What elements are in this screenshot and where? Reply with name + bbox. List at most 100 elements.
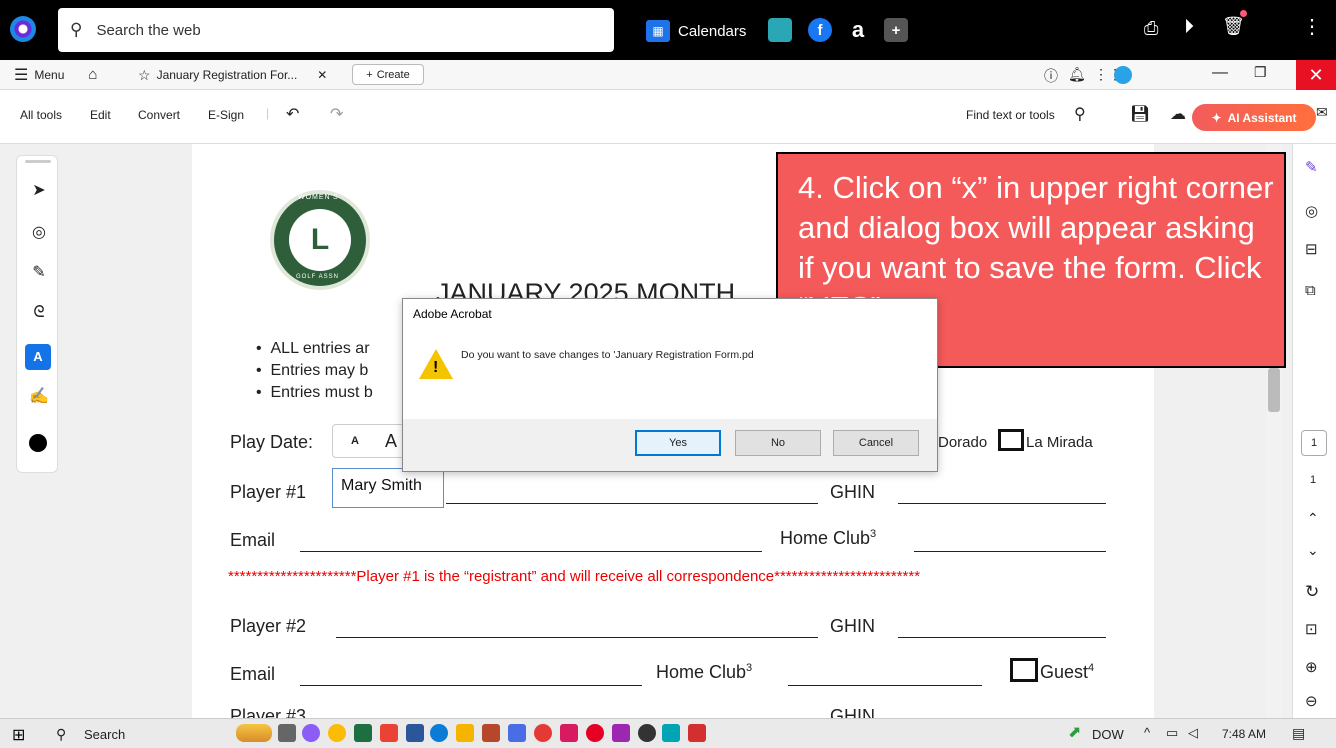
esign-button[interactable]: E-Sign	[208, 108, 244, 122]
more-menu-icon[interactable]: ⋮	[1302, 14, 1322, 39]
browser-logo-icon[interactable]	[10, 16, 36, 42]
email-field-1[interactable]	[300, 532, 762, 552]
text-field-tool-icon[interactable]: A	[25, 344, 51, 370]
task-view-icon[interactable]	[278, 724, 296, 742]
font-small-button[interactable]: A	[351, 435, 359, 447]
app-red-icon[interactable]	[534, 724, 552, 742]
tab-close-icon[interactable]: ✕	[317, 68, 327, 82]
edge-icon[interactable]	[430, 724, 448, 742]
ticker-label[interactable]: DOW	[1092, 727, 1124, 742]
tab-january-registration[interactable]: ☆ January Registration For... ✕	[138, 62, 348, 88]
calendars-shortcut[interactable]: ▦ Calendars	[646, 18, 746, 44]
ai-assistant-button[interactable]: ✦ AI Assistant	[1192, 104, 1316, 131]
ghin-field-1[interactable]	[898, 484, 1106, 504]
edit-button[interactable]: Edit	[90, 108, 111, 122]
teams-icon[interactable]	[508, 724, 526, 742]
excel-icon[interactable]	[354, 724, 372, 742]
volume-icon[interactable]: ◁	[1188, 725, 1198, 741]
home-club-field-1[interactable]	[914, 532, 1106, 552]
taskbar-search-icon[interactable]: ⚲	[56, 726, 66, 743]
bookmark-icon[interactable]: ⊟	[1305, 240, 1318, 258]
stock-chart-icon[interactable]: ⬈	[1068, 722, 1081, 742]
outlook-icon[interactable]	[482, 724, 500, 742]
hamburger-menu-icon[interactable]: ☰	[14, 65, 28, 85]
signature-icon[interactable]: ✍	[29, 386, 49, 406]
email-field-2[interactable]	[300, 666, 642, 686]
minimize-icon[interactable]: —	[1212, 64, 1228, 82]
convert-button[interactable]: Convert	[138, 108, 180, 122]
rail-grip[interactable]	[25, 160, 51, 163]
la-mirada-checkbox[interactable]	[998, 429, 1024, 451]
word-icon[interactable]	[406, 724, 424, 742]
highlight-pen-icon[interactable]: ✎	[29, 262, 49, 282]
pages-icon[interactable]: ⧉	[1305, 282, 1316, 299]
tray-chevron-icon[interactable]: ^	[1144, 725, 1150, 740]
page-up-icon[interactable]: ⌃	[1307, 510, 1319, 527]
yes-button[interactable]: Yes	[635, 430, 721, 456]
home-icon[interactable]: ⌂	[88, 66, 97, 83]
cancel-button[interactable]: Cancel	[833, 430, 919, 456]
email-icon[interactable]: ✉	[1316, 104, 1328, 121]
upload-cloud-icon[interactable]: ☁	[1170, 104, 1186, 124]
web-search-box[interactable]: ⚲ Search the web	[58, 8, 614, 52]
copilot-icon[interactable]	[302, 724, 320, 742]
bell-icon[interactable]: 🔔︎	[1068, 66, 1086, 83]
page-number-field[interactable]: 1	[1301, 430, 1327, 456]
comments-icon[interactable]: ◎	[1305, 202, 1318, 220]
find-text-button[interactable]: Find text or tools	[966, 108, 1055, 122]
home-club-field-2[interactable]	[788, 666, 982, 686]
scrollbar-thumb[interactable]	[1268, 368, 1280, 412]
color-swatch-icon[interactable]	[29, 434, 47, 452]
zoom-in-icon[interactable]: ⊕	[1305, 658, 1318, 676]
print-icon[interactable]: ⎙	[1144, 18, 1158, 39]
clock[interactable]: 7:48 AM	[1222, 727, 1266, 741]
find-search-icon[interactable]: ⚲	[1074, 104, 1086, 124]
window-close-button[interactable]: ✕	[1296, 60, 1336, 90]
star-icon[interactable]: ☆	[138, 67, 151, 84]
no-button[interactable]: No	[735, 430, 821, 456]
player1-name-field[interactable]: Mary Smith	[332, 468, 444, 508]
help-icon[interactable]: ⓘ	[1044, 66, 1058, 86]
page-down-icon[interactable]: ⌄	[1307, 542, 1319, 559]
redo-icon[interactable]: ↷	[330, 104, 343, 124]
trash-icon[interactable]: 🗑	[1222, 16, 1245, 37]
avatar[interactable]	[1114, 66, 1132, 84]
app-teal-icon[interactable]	[662, 724, 680, 742]
player2-field[interactable]	[336, 618, 818, 638]
notification-center-icon[interactable]: ▤	[1292, 725, 1305, 742]
amazon-icon[interactable]: a	[846, 17, 870, 42]
font-size-control[interactable]: A A	[332, 424, 412, 458]
all-tools-button[interactable]: All tools	[20, 108, 62, 122]
app-bookmark-icon[interactable]	[560, 724, 578, 742]
gmail-icon[interactable]	[380, 724, 398, 742]
taskbar-search-label[interactable]: Search	[84, 727, 125, 742]
app-shortcut-icon[interactable]	[768, 18, 792, 42]
zoom-out-icon[interactable]: ⊖	[1305, 692, 1318, 710]
select-cursor-icon[interactable]: ➤	[29, 180, 49, 200]
edit-pdf-icon[interactable]: ✎	[1305, 158, 1318, 176]
chrome-icon[interactable]	[328, 724, 346, 742]
network-icon[interactable]: ▭	[1166, 725, 1178, 741]
fit-page-icon[interactable]: ⊡	[1305, 620, 1318, 638]
acrobat-icon[interactable]	[688, 724, 706, 742]
undo-icon[interactable]: ↶	[286, 104, 299, 124]
facebook-icon[interactable]: f	[808, 18, 832, 42]
menu-label[interactable]: Menu	[34, 68, 64, 82]
pinterest-icon[interactable]	[586, 724, 604, 742]
create-button[interactable]: + Create	[352, 64, 424, 85]
play-icon[interactable]: ⏵	[1184, 16, 1194, 39]
lasso-icon[interactable]: ᘓ	[29, 304, 49, 324]
font-large-button[interactable]: A	[385, 431, 397, 452]
windows-start-icon[interactable]: ⊞	[12, 725, 25, 745]
restore-icon[interactable]: ❐	[1254, 64, 1267, 81]
taskbar-weather-icon[interactable]	[236, 724, 272, 742]
save-icon[interactable]: 💾︎	[1130, 104, 1150, 124]
file-explorer-icon[interactable]	[456, 724, 474, 742]
comment-icon[interactable]: ◎	[29, 222, 49, 242]
app-purple-icon[interactable]	[612, 724, 630, 742]
add-shortcut-icon[interactable]: +	[884, 18, 908, 42]
refresh-icon[interactable]: ↻	[1305, 582, 1319, 602]
ghin-field-2[interactable]	[898, 618, 1106, 638]
guest-checkbox[interactable]	[1010, 658, 1038, 682]
app-dark-icon[interactable]	[638, 724, 656, 742]
